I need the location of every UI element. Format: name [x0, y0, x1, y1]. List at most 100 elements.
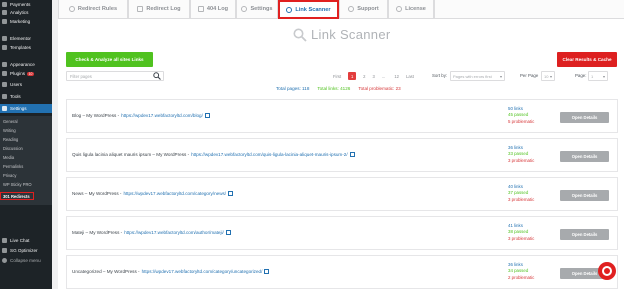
pager-ellipsis: ... — [381, 73, 386, 79]
sidebar-item-label: SG Optimizer — [10, 248, 38, 253]
license-icon — [396, 6, 403, 12]
sidebar-item-label: Tools — [10, 94, 21, 99]
tab-redirect-rules[interactable]: Redirect Rules — [58, 0, 128, 19]
sidebar-item-label: Payments — [10, 2, 31, 7]
open-details-button[interactable]: Open Details — [560, 190, 609, 201]
redirect-icon — [68, 6, 75, 12]
total-links: Total links: 4126 — [317, 86, 351, 91]
external-link-icon[interactable] — [264, 269, 270, 274]
users-icon — [2, 82, 7, 87]
sidebar-item-elementor[interactable]: Elementor — [0, 34, 52, 43]
sort-select[interactable]: Pages with errors first ▾ — [450, 71, 505, 81]
sidebar-item-live-chat[interactable]: Live Chat — [0, 236, 52, 245]
sidebar-item-templates[interactable]: Templates — [0, 43, 52, 52]
pager-current[interactable]: 1 — [348, 72, 357, 80]
chevron-down-icon: ▾ — [499, 74, 502, 79]
filter-pages-input[interactable]: Filter pages — [66, 71, 164, 81]
elementor-icon — [2, 36, 7, 41]
submenu-item-wp-sticky-pro[interactable]: WP Sticky PRO — [0, 180, 52, 188]
tab-link-scanner[interactable]: Link Scanner — [278, 0, 339, 19]
check-analyze-button[interactable]: Check & Analyze all sites Links — [66, 52, 153, 67]
sidebar-item-label: Settings — [10, 106, 27, 111]
row-stats: 50 links 45 passed 5 problematic — [508, 106, 534, 125]
row-page-title: Uncategorized – My WordPress - https://wp… — [72, 269, 270, 274]
payments-icon — [2, 2, 7, 7]
row-url-link[interactable]: https://wpdev17.webfactoryltd.com/blog/ — [121, 113, 203, 118]
tab-404-log[interactable]: 404 Log — [190, 0, 236, 19]
table-row: Mateji – My WordPress - https://wpdev17.w… — [66, 216, 618, 250]
templates-icon — [2, 45, 7, 50]
help-button[interactable] — [598, 262, 616, 280]
support-icon — [348, 6, 355, 12]
tab-label: Redirect Rules — [77, 6, 118, 12]
submenu-item-discussion[interactable]: Discussion — [0, 144, 52, 152]
row-stats: 36 links 33 passed 3 problematic — [508, 145, 534, 164]
collapse-menu-button[interactable]: Collapse menu — [0, 256, 52, 265]
appearance-icon — [2, 62, 7, 67]
pager-first[interactable]: First — [333, 74, 341, 79]
submenu-item-reading[interactable]: Reading — [0, 135, 52, 143]
external-link-icon[interactable] — [204, 113, 210, 118]
row-stats: 41 links 38 passed 3 problematic — [508, 223, 534, 242]
collapse-icon — [2, 258, 7, 263]
row-url-link[interactable]: https://wpdev17.webfactoryltd.com/author… — [124, 230, 224, 235]
open-details-button[interactable]: Open Details — [560, 112, 609, 123]
chevron-down-icon: ▾ — [602, 74, 605, 79]
log-icon — [197, 6, 204, 12]
sidebar-item-tools[interactable]: Tools — [0, 92, 52, 101]
tab-settings[interactable]: Settings — [236, 0, 278, 19]
plugins-update-badge: 10 — [27, 71, 34, 76]
pager-last-page[interactable]: 12 — [394, 74, 399, 79]
sidebar-item-label: Templates — [10, 45, 31, 50]
total-problematic: Total problematic: 23 — [358, 86, 401, 91]
submenu-item-permalinks[interactable]: Permalinks — [0, 162, 52, 170]
tab-label: Redirect Log — [146, 6, 181, 12]
external-link-icon[interactable] — [349, 152, 355, 157]
tab-support[interactable]: Support — [339, 0, 388, 19]
clear-results-button[interactable]: Clear Results & Cache — [557, 52, 617, 67]
sidebar-item-label: Plugins — [10, 71, 26, 76]
external-link-icon[interactable] — [225, 230, 231, 235]
sidebar-item-analytics[interactable]: Analytics — [0, 8, 52, 17]
sidebar-item-users[interactable]: Users — [0, 80, 52, 89]
sidebar-item-marketing[interactable]: Marketing — [0, 17, 52, 26]
sidebar-item-appearance[interactable]: Appearance — [0, 60, 52, 69]
submenu-item-writing[interactable]: Writing — [0, 126, 52, 134]
table-row: News – My WordPress - https://wpdev17.web… — [66, 177, 618, 211]
page-select[interactable]: 1 ▾ — [588, 71, 608, 81]
open-details-button[interactable]: Open Details — [560, 151, 609, 162]
row-problematic-count: 3 problematic — [508, 235, 535, 241]
pager-page[interactable]: 2 — [363, 74, 365, 79]
sidebar-item-label: Live Chat — [10, 238, 30, 243]
sort-label: Sort by: — [432, 73, 448, 78]
sidebar-item-sg-optimizer[interactable]: SG Optimizer — [0, 246, 52, 255]
pager-page[interactable]: 3 — [372, 74, 374, 79]
row-title: Mateji – My WordPress - — [72, 230, 123, 235]
external-link-icon[interactable] — [228, 191, 234, 196]
pagination: First 1 2 3 ... 12 Last — [333, 71, 421, 81]
submenu-item-media[interactable]: Media — [0, 153, 52, 161]
open-details-button[interactable]: Open Details — [560, 229, 609, 240]
row-url-link[interactable]: https://wpdev17.webfactoryltd.com/catego… — [142, 269, 263, 274]
tab-license[interactable]: License — [388, 0, 434, 19]
table-row: Quis ligula lacinia aliquet mauris ipsum… — [66, 138, 618, 172]
row-problematic-count: 3 problematic — [508, 157, 535, 163]
sidebar-item-settings[interactable]: Settings — [0, 104, 52, 113]
search-icon[interactable] — [153, 72, 161, 80]
submenu-item-301-redirects[interactable]: 301 Redirects — [0, 192, 34, 200]
row-url-link[interactable]: https://wpdev17.webfactoryltd.com/catego… — [123, 191, 226, 196]
analytics-icon — [2, 10, 7, 15]
tab-redirect-log[interactable]: Redirect Log — [128, 0, 190, 19]
perpage-select[interactable]: 10 ▾ — [541, 71, 555, 81]
sidebar-item-plugins[interactable]: Plugins 10 — [0, 69, 52, 78]
submenu-item-privacy[interactable]: Privacy — [0, 171, 52, 179]
row-url-link[interactable]: https://wpdev17.webfactoryltd.com/quis-l… — [191, 152, 348, 157]
perpage-value: 10 — [544, 73, 549, 79]
sidebar-item-label: Marketing — [10, 19, 31, 24]
pager-last[interactable]: Last — [406, 74, 414, 79]
row-page-title: Quis ligula lacinia aliquet mauris ipsum… — [72, 152, 355, 157]
submenu-item-general[interactable]: General — [0, 117, 52, 125]
row-title: Uncategorized – My WordPress - — [72, 269, 140, 274]
chevron-down-icon: ▾ — [549, 74, 552, 79]
row-problematic-count: 3 problematic — [508, 196, 535, 202]
